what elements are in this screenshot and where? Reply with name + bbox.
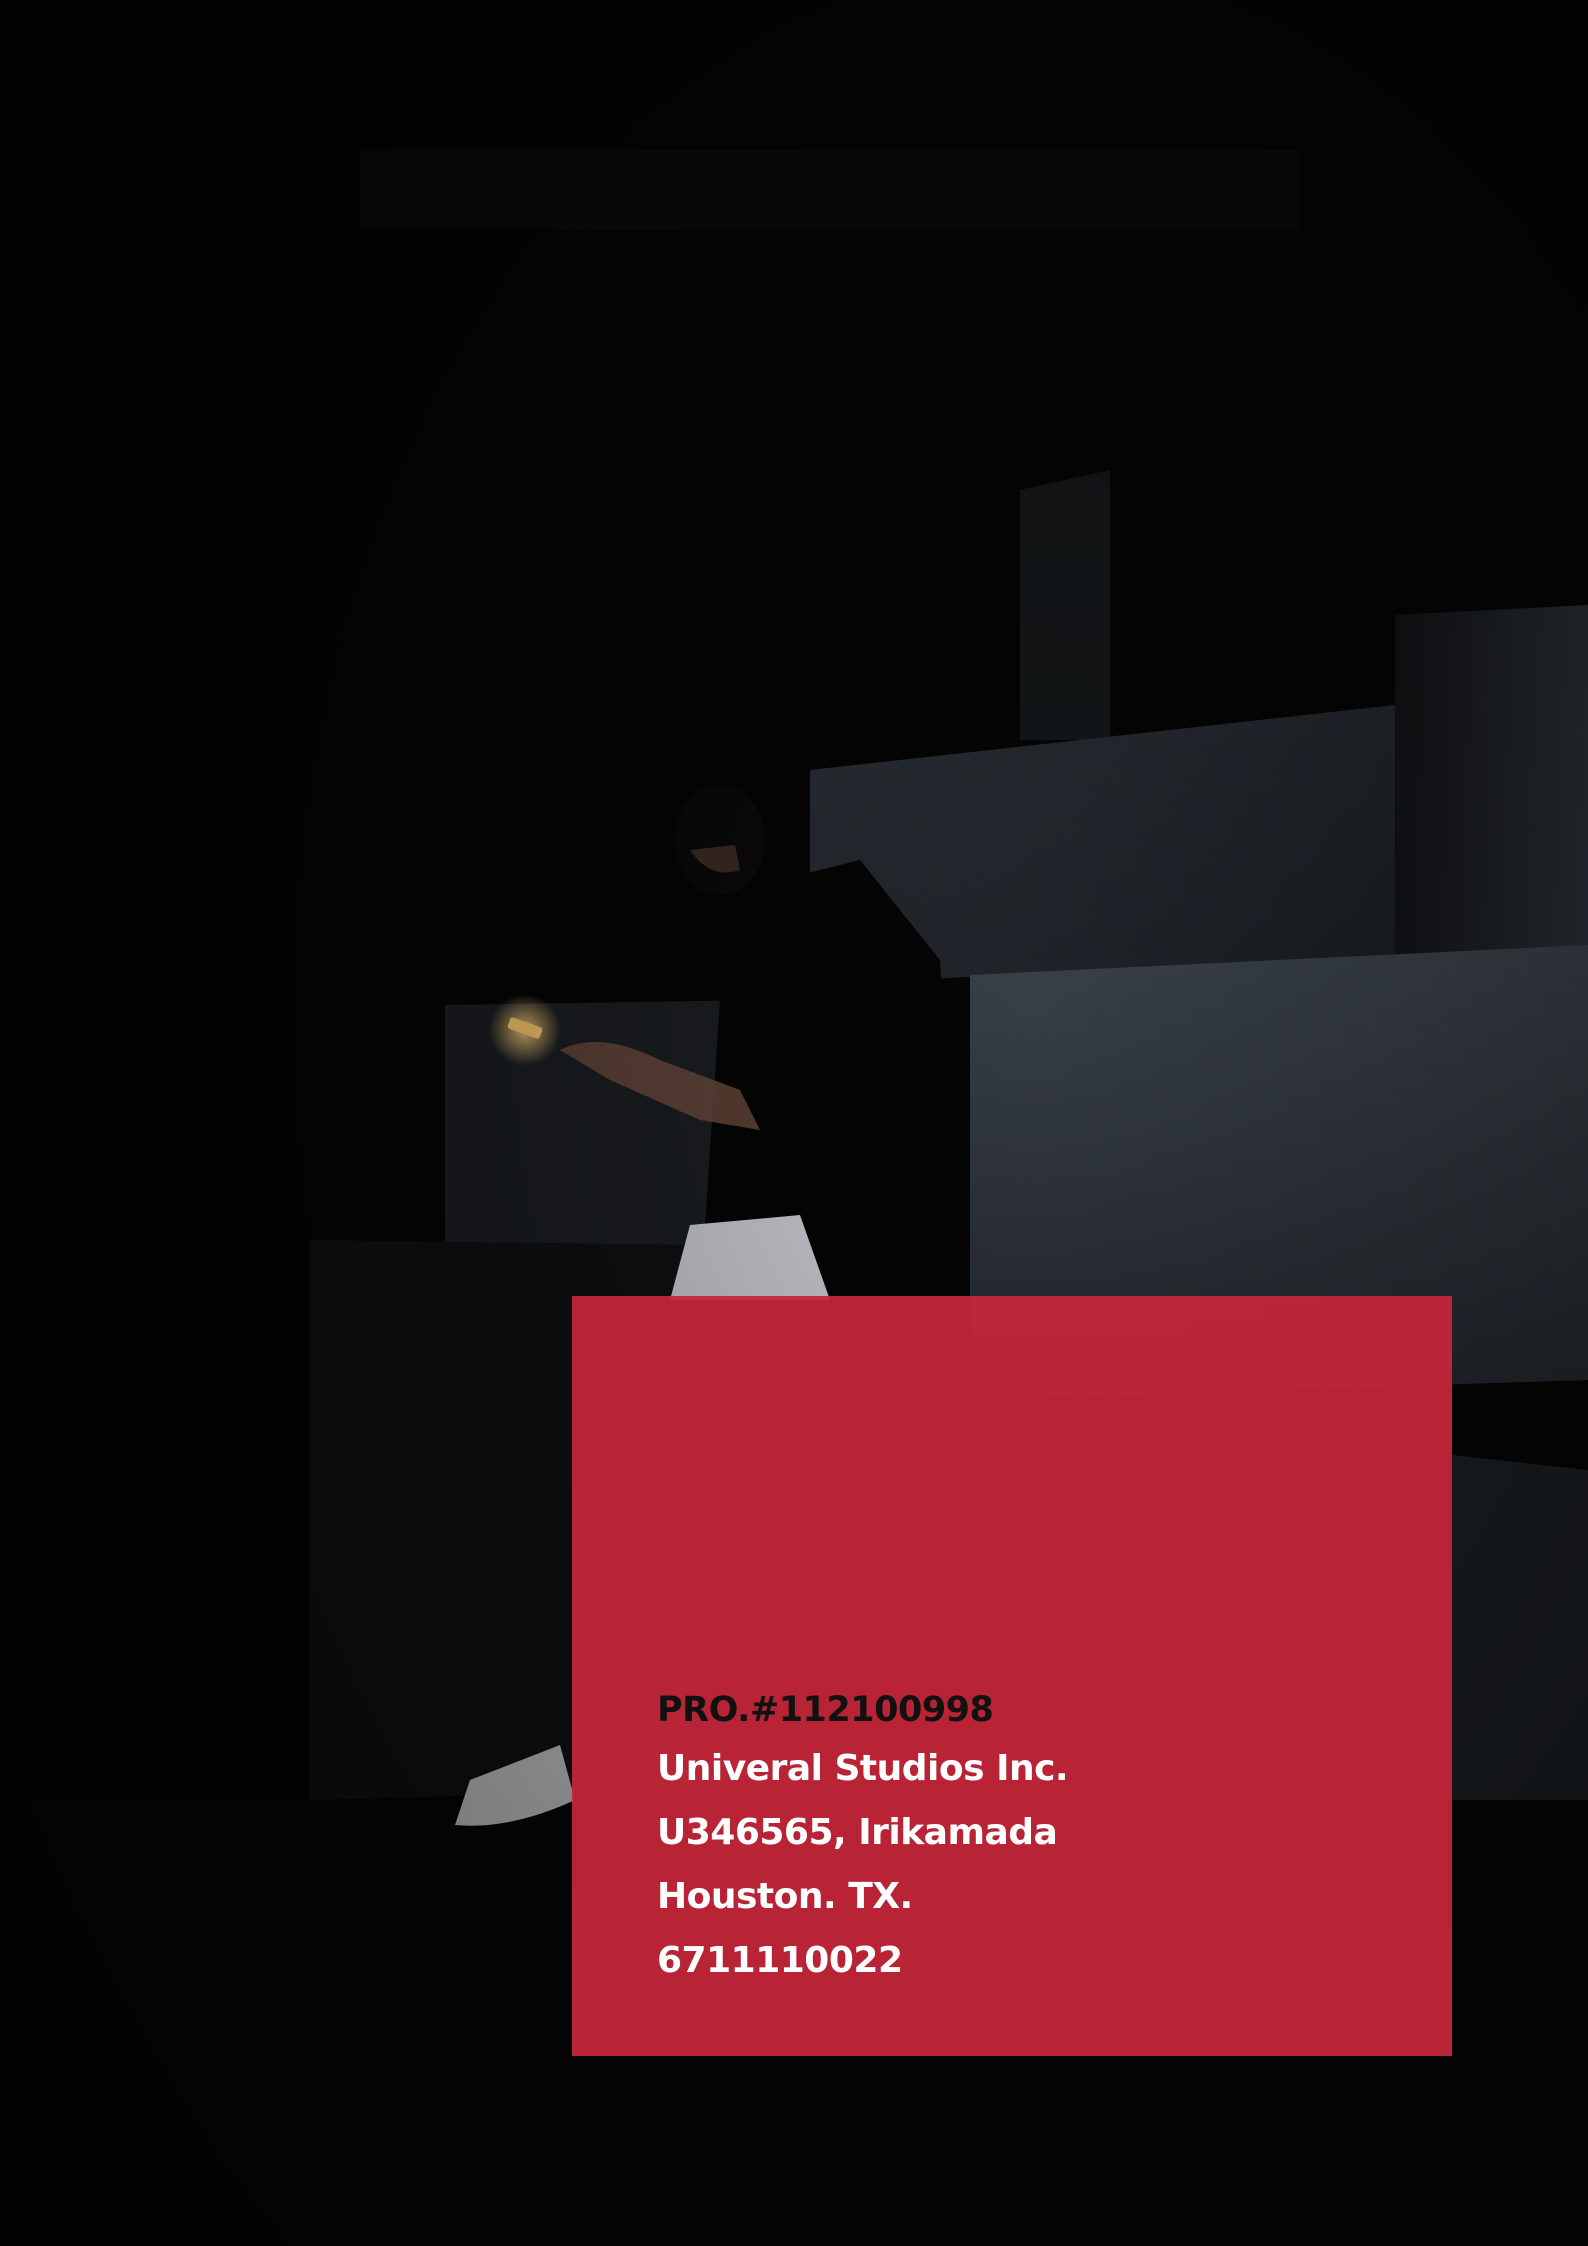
document-page: PRO.#112100998 Univeral Studios Inc. U34…	[0, 0, 1588, 2246]
contact-block: PRO.#112100998 Univeral Studios Inc. U34…	[657, 1683, 1377, 1993]
address-line: U346565, Irikamada	[657, 1812, 1058, 1853]
city-line: Houston. TX.	[657, 1876, 913, 1917]
company-name: Univeral Studios Inc.	[657, 1748, 1069, 1789]
phone-number: 6711110022	[657, 1940, 903, 1981]
project-number: PRO.#112100998	[657, 1690, 994, 1730]
